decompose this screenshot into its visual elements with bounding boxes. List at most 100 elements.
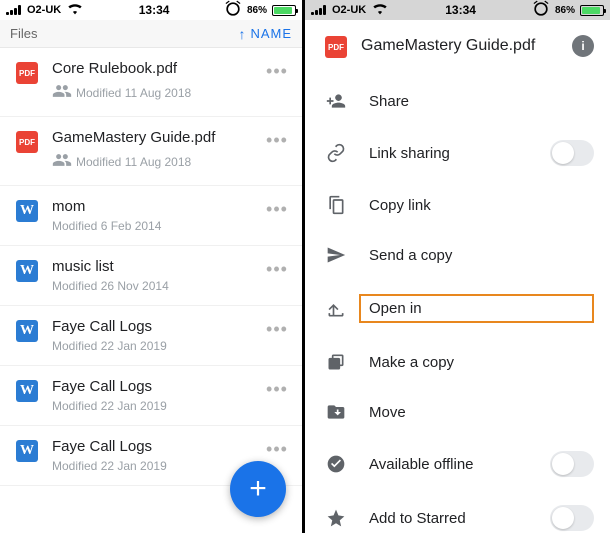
option-label: Move — [369, 404, 594, 421]
word-icon: W — [16, 260, 38, 282]
sheet-title: GameMastery Guide.pdf — [361, 36, 558, 55]
duplicate-icon — [325, 351, 347, 373]
cell-signal-icon — [311, 5, 328, 15]
offline-icon — [325, 453, 347, 475]
battery-percent: 86% — [555, 5, 575, 16]
file-name: Faye Call Logs — [52, 318, 250, 336]
file-name: mom — [52, 198, 250, 216]
toggle-switch[interactable] — [550, 140, 594, 166]
status-bar: O2-UK 13:34 86% — [0, 0, 302, 20]
word-icon: W — [16, 320, 38, 342]
pdf-icon: PDF — [16, 62, 38, 84]
option-label: Link sharing — [369, 145, 528, 162]
status-time: 13:34 — [139, 3, 170, 17]
option-label: Make a copy — [369, 354, 594, 371]
file-meta: mom Modified 6 Feb 2014 — [52, 198, 250, 233]
file-actions-screen: O2-UK 13:34 86% PDF GameMastery Guide.pd… — [305, 0, 610, 533]
option-person-add[interactable]: Share — [305, 76, 610, 126]
pdf-icon: PDF — [325, 36, 347, 58]
option-send[interactable]: Send a copy — [305, 230, 610, 280]
wifi-icon — [65, 0, 85, 22]
battery-icon — [272, 5, 296, 16]
option-copy[interactable]: Copy link — [305, 180, 610, 230]
file-meta: Faye Call Logs Modified 22 Jan 2019 — [52, 378, 250, 413]
file-subtitle: Modified 26 Nov 2014 — [52, 279, 250, 293]
option-label: Send a copy — [369, 247, 594, 264]
link-icon — [325, 142, 347, 164]
file-list: PDF Core Rulebook.pdf Modified 11 Aug 20… — [0, 48, 302, 486]
pdf-icon: PDF — [16, 131, 38, 153]
cell-signal-icon — [6, 5, 23, 15]
file-name: Core Rulebook.pdf — [52, 60, 250, 78]
info-button[interactable]: i — [572, 35, 594, 57]
file-row[interactable]: W Faye Call Logs Modified 22 Jan 2019 ••… — [0, 306, 302, 366]
file-meta: Core Rulebook.pdf Modified 11 Aug 2018 — [52, 60, 250, 104]
option-star[interactable]: Add to Starred — [305, 491, 610, 533]
option-label: Share — [369, 93, 594, 110]
more-button[interactable]: ••• — [264, 60, 290, 82]
word-icon: W — [16, 440, 38, 462]
word-icon: W — [16, 200, 38, 222]
more-button[interactable]: ••• — [264, 438, 290, 460]
plus-icon: + — [249, 472, 267, 506]
more-button[interactable]: ••• — [264, 378, 290, 400]
file-name: Faye Call Logs — [52, 378, 250, 396]
file-meta: Faye Call Logs Modified 22 Jan 2019 — [52, 318, 250, 353]
battery-icon — [580, 5, 604, 16]
option-move[interactable]: Move — [305, 387, 610, 437]
file-list-screen: O2-UK 13:34 86% Files ↑ NAME PDF C — [0, 0, 302, 533]
sort-button[interactable]: ↑ NAME — [238, 26, 292, 42]
option-open-in[interactable]: Open in — [305, 280, 610, 337]
more-button[interactable]: ••• — [264, 129, 290, 151]
file-row[interactable]: W mom Modified 6 Feb 2014 ••• — [0, 186, 302, 246]
status-bar: O2-UK 13:34 86% — [305, 0, 610, 20]
open-in-icon — [325, 298, 347, 320]
file-row[interactable]: PDF Core Rulebook.pdf Modified 11 Aug 20… — [0, 48, 302, 117]
file-subtitle: Modified 6 Feb 2014 — [52, 219, 250, 233]
more-button[interactable]: ••• — [264, 258, 290, 280]
option-offline[interactable]: Available offline — [305, 437, 610, 491]
file-meta: GameMastery Guide.pdf Modified 11 Aug 20… — [52, 129, 250, 173]
move-icon — [325, 401, 347, 423]
file-subtitle: Modified 22 Jan 2019 — [52, 339, 250, 353]
person-add-icon — [325, 90, 347, 112]
star-icon — [325, 507, 347, 529]
file-row[interactable]: W Faye Call Logs Modified 22 Jan 2019 ••… — [0, 366, 302, 426]
toggle-switch[interactable] — [550, 505, 594, 531]
file-row[interactable]: W music list Modified 26 Nov 2014 ••• — [0, 246, 302, 306]
more-button[interactable]: ••• — [264, 318, 290, 340]
battery-percent: 86% — [247, 5, 267, 16]
file-meta: Faye Call Logs Modified 22 Jan 2019 — [52, 438, 250, 473]
sheet-header: PDF GameMastery Guide.pdf i — [305, 20, 610, 76]
new-button[interactable]: + — [230, 461, 286, 517]
header-title: Files — [10, 26, 37, 41]
word-icon: W — [16, 380, 38, 402]
more-button[interactable]: ••• — [264, 198, 290, 220]
option-label: Open in — [359, 294, 594, 323]
carrier-label: O2-UK — [27, 4, 61, 16]
status-time: 13:34 — [445, 3, 476, 17]
file-meta: music list Modified 26 Nov 2014 — [52, 258, 250, 293]
file-name: GameMastery Guide.pdf — [52, 129, 250, 147]
option-label: Available offline — [369, 456, 528, 473]
file-subtitle: Modified 22 Jan 2019 — [52, 459, 250, 473]
shared-icon — [52, 150, 72, 173]
shared-icon — [52, 81, 72, 104]
toggle-switch[interactable] — [550, 451, 594, 477]
file-name: music list — [52, 258, 250, 276]
option-label: Add to Starred — [369, 510, 528, 527]
file-row[interactable]: PDF GameMastery Guide.pdf Modified 11 Au… — [0, 117, 302, 186]
file-options: Share Link sharing Copy link Send a copy… — [305, 76, 610, 533]
file-subtitle: Modified 22 Jan 2019 — [52, 399, 250, 413]
alarm-icon — [531, 0, 551, 22]
send-icon — [325, 244, 347, 266]
file-subtitle: Modified 11 Aug 2018 — [52, 150, 250, 173]
option-label: Copy link — [369, 197, 594, 214]
wifi-icon — [370, 0, 390, 22]
alarm-icon — [223, 0, 243, 22]
option-duplicate[interactable]: Make a copy — [305, 337, 610, 387]
option-link[interactable]: Link sharing — [305, 126, 610, 180]
list-header: Files ↑ NAME — [0, 20, 302, 48]
file-subtitle: Modified 11 Aug 2018 — [52, 81, 250, 104]
copy-icon — [325, 194, 347, 216]
